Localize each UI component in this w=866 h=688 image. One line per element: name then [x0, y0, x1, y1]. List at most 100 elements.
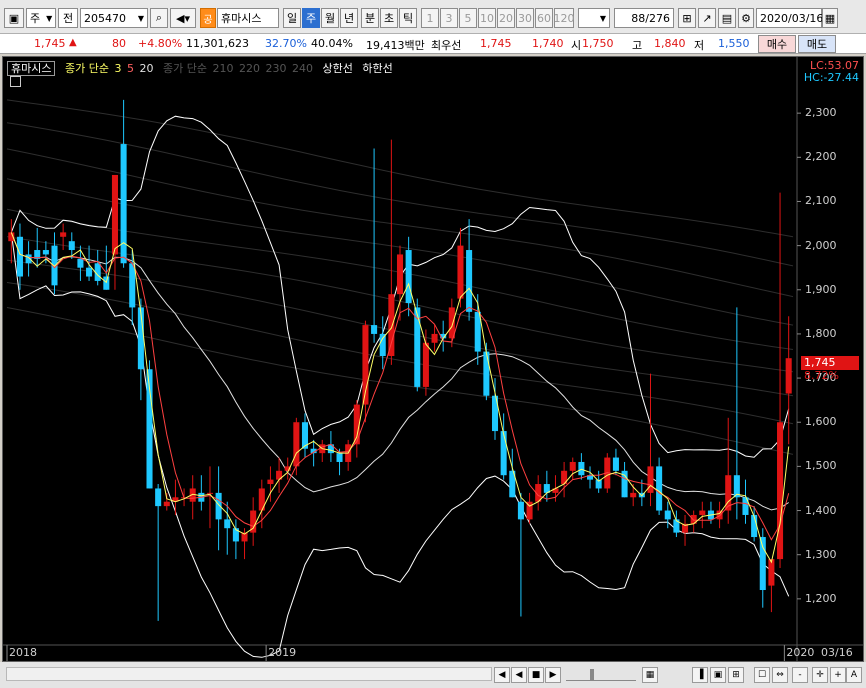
- chart-scrollbar[interactable]: [6, 667, 492, 681]
- open-price: 1,750: [582, 37, 614, 50]
- interval-3[interactable]: 3: [440, 8, 458, 28]
- zoom-out-button[interactable]: -: [792, 667, 808, 683]
- buy-button[interactable]: 매수: [758, 35, 796, 53]
- gear-icon[interactable]: ⚙: [738, 8, 754, 28]
- bar-counter[interactable]: 88/276: [614, 8, 674, 28]
- candle-body: [129, 263, 136, 308]
- period-day[interactable]: 일: [283, 8, 301, 28]
- market-select[interactable]: 주 ▼: [26, 8, 56, 28]
- interval-select[interactable]: ▼: [578, 8, 610, 28]
- interval-10[interactable]: 10: [478, 8, 496, 28]
- save-icon[interactable]: ▤: [718, 8, 736, 28]
- period-tick[interactable]: 틱: [399, 8, 417, 28]
- chevron-down-icon: ▼: [46, 13, 53, 23]
- legend-title[interactable]: 휴마시스: [7, 61, 56, 76]
- zoom-slider-thumb[interactable]: [590, 669, 594, 681]
- high-price: 1,840: [654, 37, 686, 50]
- candle-body: [267, 479, 274, 485]
- interval-1[interactable]: 1: [421, 8, 439, 28]
- legend-ma-5: 5: [126, 62, 134, 75]
- period-month[interactable]: 월: [321, 8, 339, 28]
- sell-button[interactable]: 매도: [798, 35, 836, 53]
- sidebar-toggle-icon[interactable]: ▦: [642, 667, 658, 683]
- chart-line-icon[interactable]: ↗: [698, 8, 716, 28]
- candle-body: [86, 267, 93, 277]
- type-select[interactable]: 전: [58, 8, 78, 28]
- y-tick-label: 2,200: [805, 150, 837, 164]
- low-label: 저: [694, 39, 705, 52]
- interval-5[interactable]: 5: [459, 8, 477, 28]
- volume: 11,301,623: [186, 37, 249, 50]
- last-price-tag: 1,745: [801, 356, 859, 370]
- zoom-slider[interactable]: [566, 669, 636, 681]
- speaker-icon[interactable]: ◀▾: [170, 8, 196, 28]
- compare-icon[interactable]: ⊞: [728, 667, 744, 683]
- price-chart[interactable]: 휴마시스 종가 단순 3 5 20 종가 단순 210 220 230 240 …: [2, 56, 864, 662]
- chevron-down-icon: ▼: [599, 13, 606, 23]
- candle-body: [405, 250, 412, 304]
- candle-body: [371, 325, 378, 334]
- stop-button[interactable]: ■: [528, 667, 544, 683]
- candle-body: [163, 501, 170, 507]
- layout-icon[interactable]: ☐: [754, 667, 770, 683]
- y-tick-label: 2,300: [805, 106, 837, 120]
- candle-body: [155, 488, 162, 507]
- current-price: 1,745: [34, 37, 66, 50]
- step-forward-button[interactable]: ▶: [545, 667, 561, 683]
- candle-body: [68, 241, 75, 251]
- legend-ma-20: 20: [139, 62, 154, 75]
- market-value: 주: [30, 12, 41, 25]
- hc-label: HC:-27.44: [803, 71, 859, 84]
- period-minute[interactable]: 분: [361, 8, 379, 28]
- chevron-down-icon: ▼: [137, 13, 144, 23]
- step-back-button[interactable]: ◀: [511, 667, 527, 683]
- candle-body: [379, 333, 386, 356]
- counter-value: 88: [631, 11, 646, 25]
- interval-60[interactable]: 60: [535, 8, 553, 28]
- interval-30[interactable]: 30: [516, 8, 534, 28]
- legend-ma: 종가 단순: [64, 62, 109, 75]
- chart-type-icon[interactable]: ▐: [692, 667, 708, 683]
- candle-body: [466, 250, 473, 312]
- bid-price: 1,740: [532, 37, 564, 50]
- candle-body: [431, 333, 438, 343]
- candle-body: [612, 457, 619, 471]
- calendar-icon[interactable]: ▦: [822, 8, 838, 28]
- volume-ratio-1: 32.70%: [265, 37, 307, 50]
- x-tick-label: 2018: [9, 646, 37, 659]
- candle-body: [16, 236, 23, 277]
- y-tick-label: 2,000: [805, 238, 837, 252]
- candle-body: [500, 431, 507, 476]
- scroll-left-button[interactable]: ◀: [494, 667, 510, 683]
- period-week[interactable]: 주: [302, 8, 320, 28]
- search-icon[interactable]: ⌕: [150, 8, 168, 28]
- candle-body: [336, 453, 343, 462]
- zoom-in-button[interactable]: +: [830, 667, 846, 683]
- date-field[interactable]: 2020/03/16: [756, 8, 823, 28]
- candle-body: [103, 276, 110, 290]
- indicator-icon[interactable]: ▣: [710, 667, 726, 683]
- candle-body: [396, 254, 404, 295]
- ask-price: 1,745: [480, 37, 512, 50]
- change-amount: 80: [112, 37, 126, 50]
- period-second[interactable]: 초: [380, 8, 398, 28]
- grid-icon[interactable]: ⊞: [678, 8, 696, 28]
- period-year[interactable]: 년: [340, 8, 358, 28]
- long-ma-line: [6, 307, 794, 455]
- code-input[interactable]: 205470 ▼: [80, 8, 148, 28]
- screen-menu-icon[interactable]: ▣: [4, 8, 24, 28]
- stock-name-field[interactable]: 휴마시스: [217, 8, 279, 28]
- x-axis-end-date: 03/16: [821, 646, 853, 659]
- font-size-button[interactable]: A: [846, 667, 862, 683]
- settings-square-icon[interactable]: [10, 76, 21, 87]
- candle-body: [77, 258, 84, 268]
- volume-ratio-2: 40.04%: [311, 37, 353, 50]
- badge-icon: 공: [200, 8, 216, 28]
- up-arrow-icon: ▲: [69, 37, 77, 48]
- fit-icon[interactable]: ⇔: [772, 667, 788, 683]
- cross-button[interactable]: ✛: [812, 667, 828, 683]
- y-tick-label: 1,200: [805, 591, 837, 605]
- interval-20[interactable]: 20: [497, 8, 515, 28]
- legend-lower: 하한선: [362, 62, 393, 75]
- interval-120[interactable]: 120: [554, 8, 575, 28]
